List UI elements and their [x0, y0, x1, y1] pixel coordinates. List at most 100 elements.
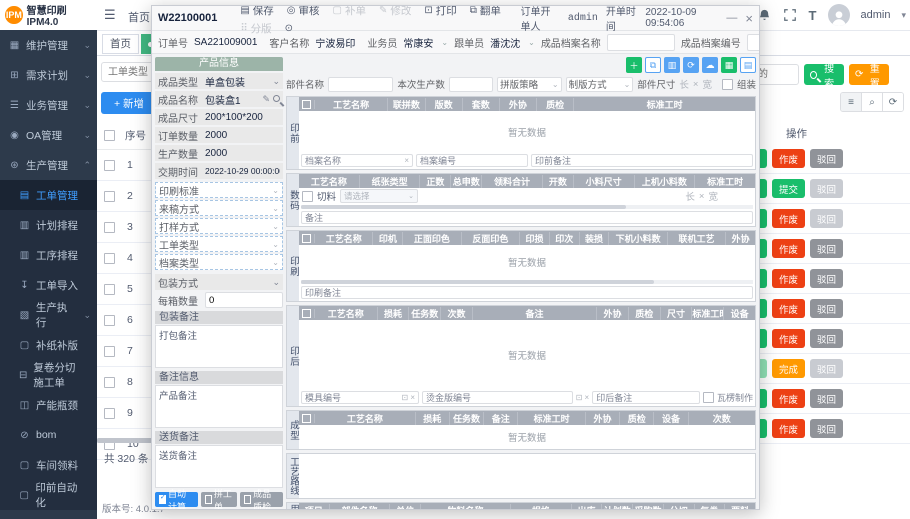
- tab-home[interactable]: 首页: [102, 34, 139, 54]
- select-all-checkbox[interactable]: [104, 130, 115, 141]
- toolbar-square-icon[interactable]: ☁: [702, 57, 718, 73]
- impose-strategy-select[interactable]: 拼版策略⌄: [497, 77, 561, 92]
- sidebar-subitem[interactable]: ▢ 车间领料: [0, 450, 97, 480]
- toolbar-square-icon[interactable]: ＋: [626, 57, 642, 73]
- void-or-submit-button[interactable]: 作废: [772, 419, 805, 438]
- per-box-input[interactable]: [205, 292, 283, 308]
- toolbar-button[interactable]: ✎修改: [379, 5, 411, 18]
- product-select[interactable]: 打样方式⌄: [155, 218, 283, 234]
- sidebar-item[interactable]: ▦ 维护管理 ⌄: [0, 30, 97, 60]
- view-toggle-icon[interactable]: ⟳: [883, 93, 903, 111]
- sidebar-subitem[interactable]: ⊟ 复卷分切施工单: [0, 360, 97, 390]
- file-no-input[interactable]: 档案编号: [416, 154, 528, 167]
- product-select[interactable]: 档案类型⌄: [155, 254, 283, 270]
- toolbar-square-icon[interactable]: ⧉: [645, 57, 661, 73]
- sidebar-subitem[interactable]: ▥ 计划排程: [0, 210, 97, 240]
- close-icon[interactable]: ×: [745, 11, 753, 26]
- void-or-submit-button[interactable]: 作废: [772, 329, 805, 348]
- reject-button[interactable]: 驳回: [810, 149, 843, 168]
- sidebar-subitem[interactable]: ▥ 工序排程: [0, 240, 97, 270]
- row-checkbox[interactable]: [104, 284, 115, 295]
- toolbar-button[interactable]: ⊡打印: [424, 5, 456, 18]
- checkbox-chip[interactable]: 拼工单: [201, 492, 237, 507]
- printing-note-input[interactable]: 印刷备注: [301, 286, 753, 299]
- sidebar-subitem[interactable]: ▢ 印前自动化: [0, 480, 97, 510]
- sidebar-item[interactable]: ◉ OA管理 ⌄: [0, 120, 97, 150]
- tracker-value[interactable]: 潘沈沈: [490, 35, 520, 50]
- view-toggle-icon[interactable]: ⌕: [862, 93, 883, 111]
- row-checkbox[interactable]: [104, 222, 115, 233]
- search-icon[interactable]: [273, 94, 280, 104]
- minimize-icon[interactable]: —: [726, 12, 737, 24]
- reject-button[interactable]: 驳回: [810, 239, 843, 258]
- archive-name-input[interactable]: [607, 34, 675, 51]
- product-select[interactable]: 工单类型⌄: [155, 236, 283, 252]
- row-checkbox[interactable]: [104, 408, 115, 419]
- toolbar-button[interactable]: ⊙: [285, 23, 296, 34]
- toolbar-button[interactable]: ⠿分版: [240, 21, 271, 36]
- assemble-checkbox[interactable]: [722, 79, 733, 90]
- reject-button[interactable]: 驳回: [810, 419, 843, 438]
- row-checkbox[interactable]: [104, 315, 115, 326]
- username[interactable]: admin: [861, 9, 891, 21]
- void-or-submit-button[interactable]: 作废: [772, 389, 805, 408]
- foil-plate-no-input[interactable]: 烫金版编号: [422, 391, 573, 404]
- package-method-row[interactable]: 包装方式⌄: [155, 274, 283, 290]
- paper-select[interactable]: 请选择⌄: [340, 189, 418, 203]
- reject-button[interactable]: 驳回: [810, 359, 843, 378]
- product-type-row[interactable]: 成品类型单盒包装⌄: [155, 73, 283, 89]
- file-name-input[interactable]: 档案名称×: [301, 154, 413, 167]
- checkbox-chip[interactable]: 自动计算: [155, 492, 198, 507]
- reject-button[interactable]: 驳回: [810, 299, 843, 318]
- product-select[interactable]: 印刷标准⌄: [155, 182, 283, 198]
- reject-button[interactable]: 驳回: [810, 209, 843, 228]
- horizontal-scrollbar[interactable]: [301, 205, 753, 209]
- row-checkbox[interactable]: [104, 377, 115, 388]
- void-or-submit-button[interactable]: 提交: [772, 179, 805, 198]
- void-or-submit-button[interactable]: 完成: [772, 359, 805, 378]
- prepress-note-input[interactable]: 印前备注: [531, 154, 753, 167]
- sidebar-collapse-icon[interactable]: ☰: [104, 7, 116, 23]
- corrugate-checkbox-label[interactable]: 瓦楞制作: [703, 391, 753, 404]
- toolbar-square-icon[interactable]: ▤: [740, 57, 756, 73]
- part-name-input[interactable]: [328, 77, 393, 92]
- checkbox-clear-icons[interactable]: ⊡ ×: [576, 393, 590, 402]
- row-checkbox[interactable]: [104, 191, 115, 202]
- reject-button[interactable]: 驳回: [810, 179, 843, 198]
- reject-button[interactable]: 驳回: [810, 269, 843, 288]
- void-or-submit-button[interactable]: 作废: [772, 269, 805, 288]
- product-select[interactable]: 来稿方式⌄: [155, 200, 283, 216]
- toolbar-button[interactable]: ▤保存: [240, 5, 273, 18]
- fullscreen-icon[interactable]: [783, 8, 798, 23]
- salesman-value[interactable]: 常康安: [403, 35, 433, 50]
- toolbar-button[interactable]: ◎审核: [287, 5, 320, 18]
- text-size-icon[interactable]: T: [809, 8, 817, 23]
- qty-input[interactable]: [449, 77, 493, 92]
- toolbar-button[interactable]: ▢补单: [333, 5, 366, 18]
- toolbar-square-icon[interactable]: ▦: [721, 57, 737, 73]
- remark-textarea[interactable]: 产品备注: [155, 385, 283, 428]
- package-note-textarea[interactable]: 打包备注: [155, 325, 283, 368]
- mold-no-input[interactable]: 模具编号⊡ ×: [301, 391, 419, 404]
- avatar[interactable]: [828, 4, 850, 26]
- postpress-note-input[interactable]: 印后备注: [592, 391, 700, 404]
- void-or-submit-button[interactable]: 作废: [772, 239, 805, 258]
- sidebar-subitem[interactable]: ↧ 工单导入: [0, 270, 97, 300]
- product-name-row[interactable]: 成品名称包装盒1 ✎: [155, 91, 283, 107]
- toolbar-button[interactable]: ⧉翻单: [470, 5, 501, 18]
- add-button[interactable]: + 新增: [101, 92, 157, 114]
- sidebar-subitem[interactable]: ▢ 补纸补版: [0, 330, 97, 360]
- void-or-submit-button[interactable]: 作废: [772, 209, 805, 228]
- row-checkbox[interactable]: [104, 346, 115, 357]
- void-or-submit-button[interactable]: 作废: [772, 299, 805, 318]
- row-checkbox[interactable]: [104, 253, 115, 264]
- toolbar-square-icon[interactable]: ▥: [664, 57, 680, 73]
- archive-no-input[interactable]: [747, 34, 760, 51]
- plate-method-select[interactable]: 制版方式⌄: [566, 77, 634, 92]
- row-checkbox[interactable]: [104, 160, 115, 171]
- edit-icon[interactable]: ✎: [262, 94, 270, 105]
- sidebar-item[interactable]: ☰ 业务管理 ⌄: [0, 90, 97, 120]
- chevron-down-icon[interactable]: ▾: [901, 10, 906, 21]
- reject-button[interactable]: 驳回: [810, 329, 843, 348]
- void-or-submit-button[interactable]: 作废: [772, 149, 805, 168]
